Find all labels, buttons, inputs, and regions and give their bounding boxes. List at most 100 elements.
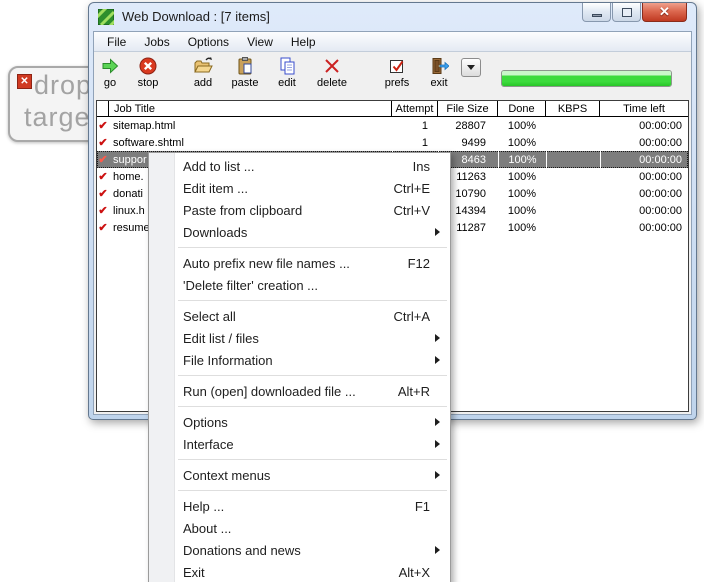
progress-bar: [501, 70, 672, 87]
menu-item-shortcut: F1: [415, 499, 430, 514]
menu-file[interactable]: File: [98, 35, 135, 49]
close-button[interactable]: ✕: [642, 3, 687, 22]
menu-item-interface[interactable]: Interface: [149, 433, 450, 455]
header-attempt[interactable]: Attempt: [392, 101, 438, 116]
stop-button[interactable]: stop: [132, 56, 164, 89]
table-row[interactable]: ✔ software.shtml 1 9499 100% 00:00:00: [97, 134, 688, 151]
check-icon: ✔: [97, 117, 109, 134]
menu-item-donations-and-news[interactable]: Donations and news: [149, 539, 450, 561]
menu-item-label: Select all: [183, 309, 394, 324]
minimize-button[interactable]: [582, 3, 611, 22]
menu-item-label: Edit item ...: [183, 181, 394, 196]
menu-item-label: File Information: [183, 353, 440, 368]
menu-item-shortcut: F12: [408, 256, 430, 271]
cell-job-title: software.shtml: [109, 134, 392, 151]
delete-button-label: delete: [317, 77, 347, 89]
cell-job-title: sitemap.html: [109, 117, 392, 134]
menu-item-label: Edit list / files: [183, 331, 440, 346]
exit-button[interactable]: exit: [423, 56, 455, 89]
menu-item-about[interactable]: About ...: [149, 517, 450, 539]
go-button-label: go: [104, 77, 116, 89]
menu-item-file-information[interactable]: File Information: [149, 349, 450, 371]
menu-jobs[interactable]: Jobs: [135, 35, 178, 49]
check-icon: ✔: [97, 219, 109, 236]
header-icon-col[interactable]: [97, 101, 109, 116]
menu-item-label: Run (open] downloaded file ...: [183, 384, 398, 399]
add-button[interactable]: add: [187, 56, 219, 89]
table-row[interactable]: ✔ sitemap.html 1 28807 100% 00:00:00: [97, 117, 688, 134]
maximize-button[interactable]: [612, 3, 641, 22]
cell-time-left: 00:00:00: [600, 202, 688, 219]
menu-item-shortcut: Alt+X: [399, 565, 430, 580]
stop-button-label: stop: [138, 77, 159, 89]
header-kbps[interactable]: KBPS: [546, 101, 600, 116]
menu-separator: [178, 247, 447, 248]
cell-attempt: 1: [392, 117, 438, 134]
menu-separator: [178, 459, 447, 460]
paste-button[interactable]: paste: [229, 56, 261, 89]
cell-done: 100%: [498, 202, 546, 219]
paste-button-label: paste: [232, 77, 259, 89]
clipboard-icon: [235, 56, 255, 76]
menu-item-auto-prefix[interactable]: Auto prefix new file names ... F12: [149, 252, 450, 274]
menu-item-label: Donations and news: [183, 543, 440, 558]
edit-button-label: edit: [278, 77, 296, 89]
menu-item-downloads[interactable]: Downloads: [149, 221, 450, 243]
title-bar[interactable]: Web Download : [7 items] ✕: [89, 3, 696, 31]
cell-kbps: [546, 117, 600, 134]
cell-done: 100%: [498, 151, 546, 168]
menu-view[interactable]: View: [238, 35, 282, 49]
drop-target-close-icon[interactable]: ✕: [17, 74, 32, 89]
cell-attempt: 1: [392, 134, 438, 151]
menu-item-shortcut: Ctrl+V: [394, 203, 430, 218]
submenu-arrow-icon: [435, 440, 440, 448]
go-button[interactable]: go: [94, 56, 126, 89]
delete-x-icon: [322, 56, 342, 76]
menu-item-shortcut: Alt+R: [398, 384, 430, 399]
table-header: Job Title Attempt File Size Done KBPS Ti…: [97, 101, 688, 117]
menu-item-delete-filter-creation[interactable]: 'Delete filter' creation ...: [149, 274, 450, 296]
chevron-down-icon: [467, 65, 475, 70]
menu-separator: [178, 300, 447, 301]
cell-time-left: 00:00:00: [600, 117, 688, 134]
cell-kbps: [546, 151, 600, 168]
menu-item-edit-item[interactable]: Edit item ... Ctrl+E: [149, 177, 450, 199]
toolbar-dropdown-button[interactable]: [461, 58, 481, 77]
add-button-label: add: [194, 77, 212, 89]
menu-item-add-to-list[interactable]: Add to list ... Ins: [149, 155, 450, 177]
menu-item-label: Paste from clipboard: [183, 203, 394, 218]
menu-options[interactable]: Options: [179, 35, 238, 49]
check-icon: ✔: [97, 134, 109, 151]
menu-item-options[interactable]: Options: [149, 411, 450, 433]
menu-item-label: Downloads: [183, 225, 440, 240]
menu-item-context-menus[interactable]: Context menus: [149, 464, 450, 486]
menu-item-edit-list-files[interactable]: Edit list / files: [149, 327, 450, 349]
delete-button[interactable]: delete: [316, 56, 348, 89]
cell-done: 100%: [498, 117, 546, 134]
header-job-title[interactable]: Job Title: [109, 101, 392, 116]
menu-item-paste-from-clipboard[interactable]: Paste from clipboard Ctrl+V: [149, 199, 450, 221]
header-done[interactable]: Done: [498, 101, 546, 116]
header-file-size[interactable]: File Size: [438, 101, 498, 116]
menu-item-run-downloaded-file[interactable]: Run (open] downloaded file ... Alt+R: [149, 380, 450, 402]
edit-button[interactable]: edit: [271, 56, 303, 89]
menu-item-label: Interface: [183, 437, 440, 452]
cell-done: 100%: [498, 168, 546, 185]
close-icon: ✕: [659, 4, 670, 20]
cell-kbps: [546, 168, 600, 185]
prefs-button[interactable]: prefs: [381, 56, 413, 89]
menu-item-exit[interactable]: Exit Alt+X: [149, 561, 450, 582]
submenu-arrow-icon: [435, 356, 440, 364]
menu-item-select-all[interactable]: Select all Ctrl+A: [149, 305, 450, 327]
header-time-left[interactable]: Time left: [600, 101, 688, 116]
menu-item-help[interactable]: Help ... F1: [149, 495, 450, 517]
menu-separator: [178, 490, 447, 491]
toolbar: go stop add: [94, 52, 691, 100]
menu-item-label: Add to list ...: [183, 159, 413, 174]
submenu-arrow-icon: [435, 228, 440, 236]
minimize-icon: [592, 14, 602, 17]
exit-button-label: exit: [430, 77, 447, 89]
submenu-arrow-icon: [435, 471, 440, 479]
menu-help[interactable]: Help: [282, 35, 325, 49]
cell-time-left: 00:00:00: [600, 168, 688, 185]
